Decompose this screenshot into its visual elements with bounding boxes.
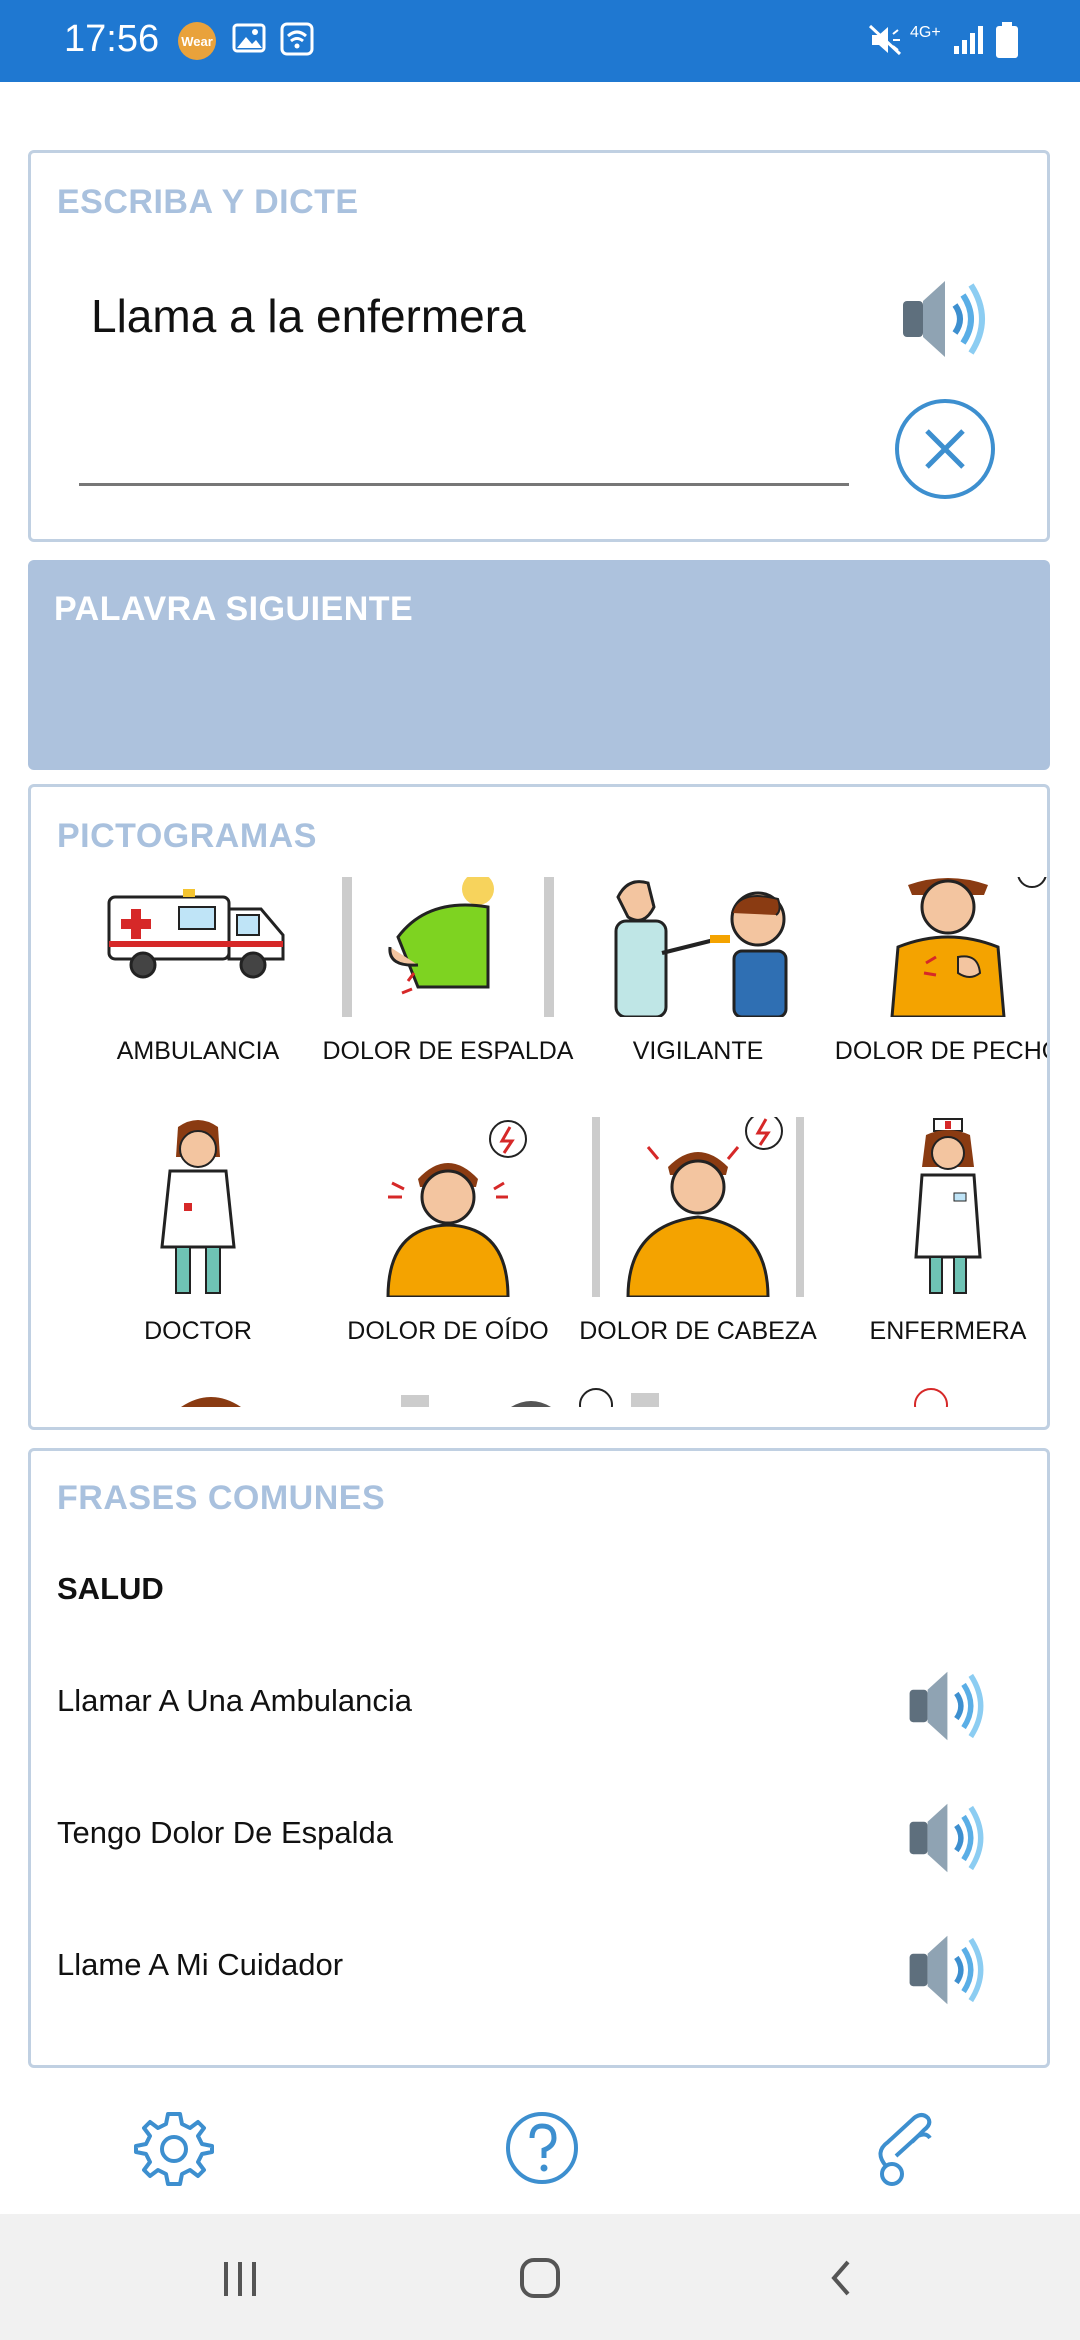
text-input[interactable]: Llama a la enfermera — [91, 289, 526, 343]
wifi-icon — [280, 22, 314, 56]
doctor-icon — [160, 1120, 236, 1294]
phrase-text[interactable]: Tengo Dolor De Espalda — [57, 1815, 393, 1851]
speaker-icon[interactable] — [906, 1925, 996, 2015]
battery-icon — [996, 22, 1018, 58]
pictograms-card: PICTOGRAMAS AMBULANCIA DOLOR DE ESPALDA — [28, 784, 1050, 1430]
pictogram-label: DOLOR DE OÍDO — [347, 1317, 549, 1345]
pictogram-ear-pain[interactable]: DOLOR DE OÍDO — [323, 1117, 573, 1357]
pictogram-label: ENFERMERA — [869, 1317, 1027, 1345]
home-icon[interactable] — [510, 2248, 570, 2308]
nurse-icon — [914, 1118, 982, 1294]
back-icon[interactable] — [812, 2248, 872, 2308]
common-phrases-title: FRASES COMUNES — [57, 1479, 386, 1517]
phrase-row[interactable]: Llame A Mi Cuidador — [31, 1925, 1047, 2015]
pictogram-label: DOCTOR — [144, 1317, 252, 1345]
status-bar: 17:56 Wear 4G+ — [0, 0, 1080, 82]
pictogram-headache[interactable]: DOLOR DE CABEZA — [573, 1117, 823, 1357]
phrase-group-title: SALUD — [57, 1571, 164, 1606]
phrase-text[interactable]: Llame A Mi Cuidador — [57, 1947, 343, 1983]
back-pain-icon — [342, 877, 554, 1017]
pictogram-label: DOLOR DE ESPALDA — [322, 1037, 574, 1065]
navigation-bar — [0, 2214, 1080, 2340]
pictogram-ambulance[interactable]: AMBULANCIA — [73, 877, 323, 1117]
phrase-row[interactable]: Tengo Dolor De Espalda — [31, 1793, 1047, 1883]
image-icon — [232, 23, 266, 53]
write-and-dictate-title: ESCRIBA Y DICTE — [57, 183, 359, 221]
pictogram-label: AMBULANCIA — [116, 1037, 280, 1065]
mute-icon — [868, 24, 902, 56]
next-row-peek — [181, 1388, 948, 1407]
next-word-card: PALAVRA SIGUIENTE — [28, 560, 1050, 770]
headache-icon — [592, 1117, 804, 1297]
settings-icon[interactable] — [134, 2108, 214, 2188]
pictogram-label: VIGILANTE — [632, 1037, 764, 1065]
signal-icon — [954, 26, 983, 54]
pictogram-doctor[interactable]: DOCTOR — [73, 1117, 323, 1357]
ambulance-icon — [107, 889, 285, 979]
help-icon[interactable] — [502, 2108, 582, 2188]
speaker-icon[interactable] — [906, 1661, 996, 1751]
pictogram-guard[interactable]: VIGILANTE — [573, 877, 823, 1117]
network-type: 4G+ — [910, 24, 941, 41]
pictogram-label: DOLOR DE CABEZA — [579, 1317, 817, 1345]
speaker-icon[interactable] — [899, 269, 999, 369]
pictogram-label: DOLOR DE PECHO — [834, 1037, 1050, 1065]
clear-icon — [925, 429, 965, 469]
common-phrases-card: FRASES COMUNES SALUD Llamar A Una Ambula… — [28, 1448, 1050, 2068]
phrase-row[interactable]: Llamar A Una Ambulancia — [31, 1661, 1047, 1751]
write-and-dictate-card: ESCRIBA Y DICTE Llama a la enfermera — [28, 150, 1050, 542]
clear-button[interactable] — [895, 399, 995, 499]
next-word-title: PALAVRA SIGUIENTE — [54, 590, 414, 628]
status-time: 17:56 — [64, 18, 160, 60]
recent-apps-icon[interactable] — [210, 2248, 270, 2308]
input-underline — [79, 483, 849, 486]
phrase-text[interactable]: Llamar A Una Ambulancia — [57, 1683, 412, 1719]
wear-badge-text: Wear — [181, 33, 213, 49]
pictogram-back-pain[interactable]: DOLOR DE ESPALDA — [322, 877, 574, 1117]
speaker-icon[interactable] — [906, 1793, 996, 1883]
sign-language-icon[interactable] — [866, 2108, 946, 2188]
pictogram-chest-pain[interactable]: DOLOR DE PECHO — [823, 877, 1047, 1117]
pictogram-nurse[interactable]: ENFERMERA — [823, 1117, 1047, 1357]
chest-pain-icon — [890, 877, 1047, 1017]
wear-icon: Wear — [178, 22, 216, 60]
guard-icon — [614, 880, 788, 1017]
pictograms-title: PICTOGRAMAS — [57, 817, 317, 855]
ear-pain-icon — [386, 1120, 527, 1297]
